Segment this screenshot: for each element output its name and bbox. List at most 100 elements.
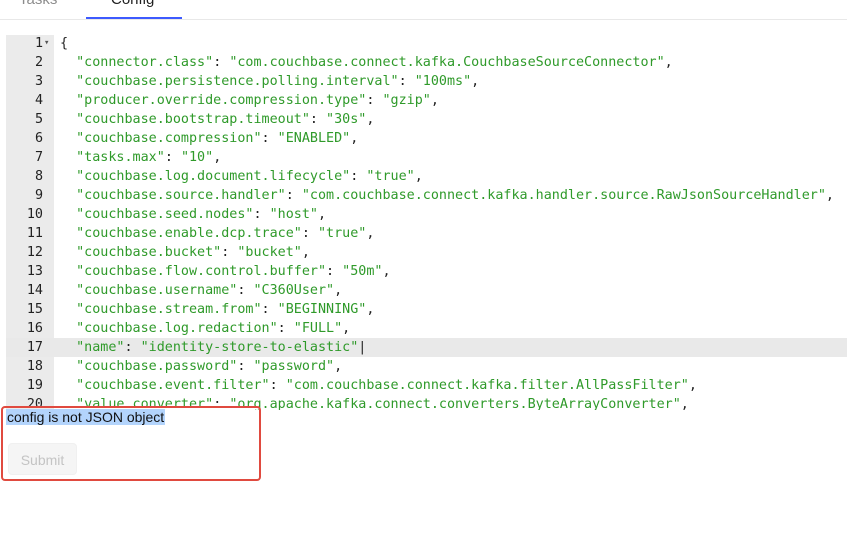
line-number: 1	[34, 36, 43, 51]
json-punctuation: ,	[301, 245, 310, 260]
code-line[interactable]: 2 "connector.class": "com.couchbase.conn…	[6, 53, 847, 72]
line-number: 6	[34, 131, 43, 146]
json-punctuation: ,	[430, 93, 439, 108]
line-number: 13	[26, 264, 43, 279]
line-number: 19	[26, 378, 43, 393]
code-text: "connector.class": "com.couchbase.connec…	[60, 53, 673, 72]
code-line[interactable]: 19 "couchbase.event.filter": "com.couchb…	[6, 376, 847, 395]
code-line[interactable]: 6 "couchbase.compression": "ENABLED",	[6, 129, 847, 148]
tab-bar: Tasks Config	[0, 0, 847, 20]
line-number: 9	[34, 188, 43, 203]
json-punctuation: ,	[213, 150, 222, 165]
json-key: "couchbase.log.document.lifecycle"	[60, 169, 351, 184]
json-string: "10"	[180, 150, 214, 165]
code-line[interactable]: 17 "name": "identity-store-to-elastic"|	[6, 338, 847, 357]
json-string: "FULL"	[293, 321, 343, 336]
code-text: "couchbase.compression": "ENABLED",	[60, 129, 358, 148]
line-number: 14	[26, 283, 43, 298]
json-punctuation: :	[124, 340, 141, 355]
code-line[interactable]: 14 "couchbase.username": "C360User",	[6, 281, 847, 300]
code-text: "couchbase.persistence.polling.interval"…	[60, 72, 479, 91]
code-text: "couchbase.stream.from": "BEGINNING",	[60, 300, 374, 319]
code-text: "couchbase.bootstrap.timeout": "30s",	[60, 110, 374, 129]
json-key: "name"	[60, 340, 125, 355]
json-punctuation: ,	[471, 74, 480, 89]
code-text: {	[60, 35, 68, 53]
line-number: 15	[26, 302, 43, 317]
json-key: "couchbase.stream.from"	[60, 302, 262, 317]
json-punctuation: :	[213, 55, 230, 70]
json-string: "com.couchbase.connect.kafka.CouchbaseSo…	[229, 55, 665, 70]
json-key: "couchbase.flow.control.buffer"	[60, 264, 327, 279]
json-punctuation: ,	[350, 131, 359, 146]
line-number: 8	[34, 169, 43, 184]
line-number: 17	[26, 340, 43, 355]
json-punctuation: ,	[334, 359, 343, 374]
code-text: "couchbase.log.redaction": "FULL",	[60, 319, 350, 338]
tab-config[interactable]: Config	[111, 0, 154, 9]
json-punctuation: :	[350, 169, 367, 184]
json-key: "couchbase.password"	[60, 359, 238, 374]
json-punctuation: :	[221, 245, 238, 260]
json-string: "password"	[253, 359, 335, 374]
code-line[interactable]: 15 "couchbase.stream.from": "BEGINNING",	[6, 300, 847, 319]
code-line[interactable]: 8 "couchbase.log.document.lifecycle": "t…	[6, 167, 847, 186]
json-string: "true"	[366, 169, 415, 184]
code-text: "tasks.max": "10",	[60, 148, 221, 167]
json-key: "tasks.max"	[60, 150, 165, 165]
fold-arrow-icon[interactable]: ▾	[44, 35, 49, 53]
active-tab-indicator	[86, 17, 182, 19]
code-line[interactable]: 5 "couchbase.bootstrap.timeout": "30s",	[6, 110, 847, 129]
json-punctuation: :	[309, 112, 327, 127]
code-line[interactable]: 13 "couchbase.flow.control.buffer": "50m…	[6, 262, 847, 281]
code-line[interactable]: 7 "tasks.max": "10",	[6, 148, 847, 167]
code-text: "couchbase.bucket": "bucket",	[60, 243, 310, 262]
json-punctuation: ,	[317, 207, 327, 222]
json-punctuation: :	[261, 302, 278, 317]
json-punctuation: :	[326, 264, 343, 279]
json-punctuation: :	[285, 188, 302, 203]
json-string: "host"	[269, 207, 318, 222]
json-key: "couchbase.compression"	[60, 131, 262, 146]
json-string: "bucket"	[237, 245, 302, 260]
code-line[interactable]: 3 "couchbase.persistence.polling.interva…	[6, 72, 847, 91]
json-punctuation: |	[358, 340, 367, 355]
json-punctuation: :	[253, 207, 270, 222]
code-line[interactable]: 16 "couchbase.log.redaction": "FULL",	[6, 319, 847, 338]
code-line[interactable]: 11 "couchbase.enable.dcp.trace": "true",	[6, 224, 847, 243]
json-punctuation: ,	[342, 321, 351, 336]
submit-button[interactable]: Submit	[8, 443, 77, 475]
json-string: "com.couchbase.connect.kafka.handler.sou…	[301, 188, 826, 203]
code-line[interactable]: 1 ▾ {	[6, 35, 847, 53]
json-string: "gzip"	[382, 93, 431, 108]
json-punctuation: :	[269, 378, 286, 393]
tab-tasks[interactable]: Tasks	[19, 0, 57, 9]
code-text: "couchbase.flow.control.buffer": "50m",	[60, 262, 390, 281]
config-editor[interactable]: 1 ▾ {2 "connector.class": "com.couchbase.c…	[6, 35, 847, 410]
json-punctuation: ,	[366, 226, 375, 241]
code-text: "couchbase.seed.nodes": "host",	[60, 205, 326, 224]
code-text: "couchbase.password": "password",	[60, 357, 342, 376]
json-punctuation: :	[277, 321, 294, 336]
code-text: "producer.override.compression.type": "g…	[60, 91, 439, 110]
json-key: "couchbase.bootstrap.timeout"	[60, 112, 310, 127]
code-line[interactable]: 10 "couchbase.seed.nodes": "host",	[6, 205, 847, 224]
code-text: "name": "identity-store-to-elastic"|	[60, 338, 366, 357]
json-string: "30s"	[326, 112, 367, 127]
code-text: "couchbase.log.document.lifecycle": "tru…	[60, 167, 423, 186]
json-key: "couchbase.seed.nodes"	[60, 207, 254, 222]
line-number: 3	[34, 74, 43, 89]
code-line[interactable]: 12 "couchbase.bucket": "bucket",	[6, 243, 847, 262]
code-line[interactable]: 4 "producer.override.compression.type": …	[6, 91, 847, 110]
json-punctuation: ,	[688, 378, 697, 393]
json-string: "50m"	[342, 264, 383, 279]
json-punctuation: :	[237, 359, 254, 374]
line-number: 4	[34, 93, 43, 108]
json-string: "identity-store-to-elastic"	[140, 340, 359, 355]
line-number: 7	[34, 150, 43, 165]
code-line[interactable]: 18 "couchbase.password": "password",	[6, 357, 847, 376]
json-punctuation: ,	[334, 283, 343, 298]
json-punctuation: ,	[414, 169, 423, 184]
json-punctuation: :	[398, 74, 415, 89]
code-line[interactable]: 9 "couchbase.source.handler": "com.couch…	[6, 186, 847, 205]
